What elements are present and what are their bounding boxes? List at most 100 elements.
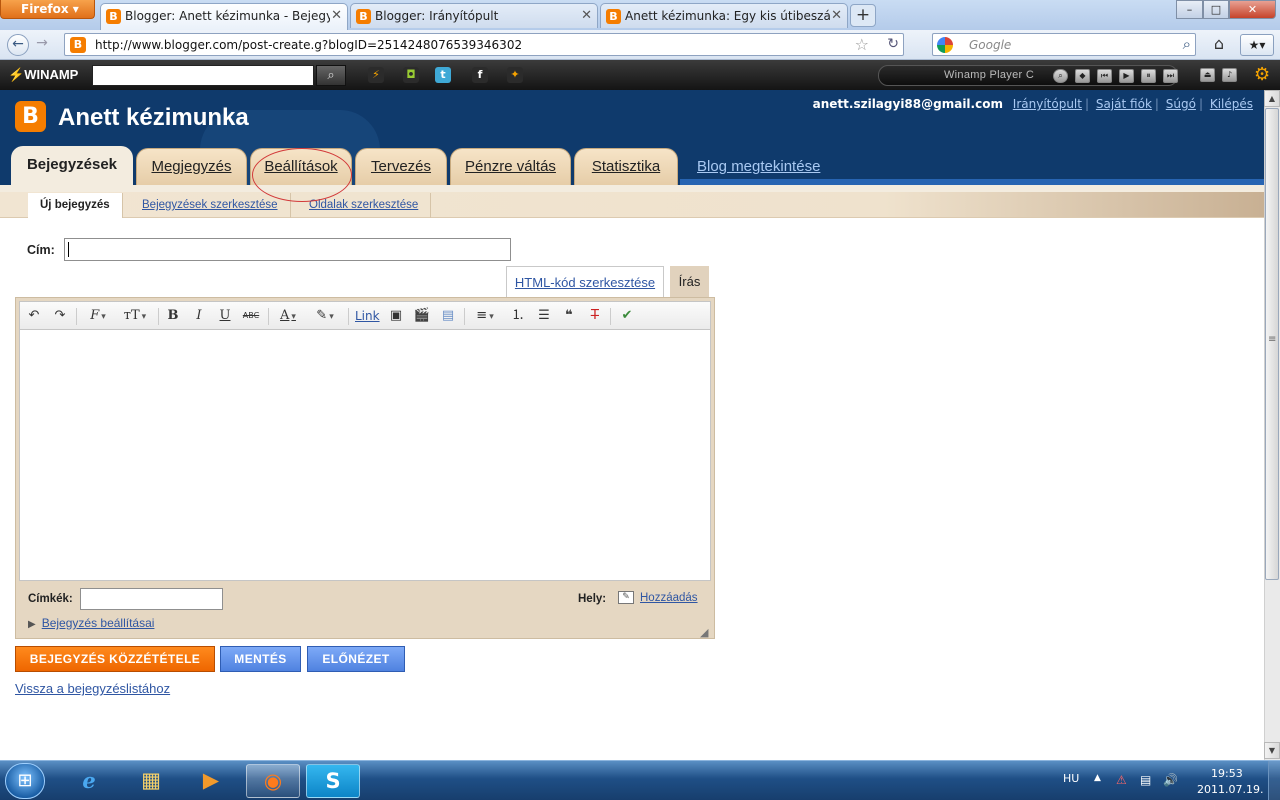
add-location-link[interactable]: Hozzáadás (640, 592, 698, 604)
italic-button[interactable]: I (191, 307, 207, 325)
search-bar[interactable]: Google ⌕ (932, 33, 1196, 56)
tab-blog-post[interactable]: B Anett kézimunka: Egy kis útibeszámol..… (600, 3, 848, 28)
skype-icon[interactable]: S (306, 764, 360, 798)
minimize-button[interactable]: – (1176, 0, 1203, 19)
security-alert-icon[interactable]: ⚠ (1116, 773, 1127, 787)
winamp-logo[interactable]: ⚡WINAMP (8, 67, 78, 83)
scroll-up-icon[interactable]: ▲ (1264, 90, 1280, 107)
clock-date[interactable]: 2011.07.19. (1197, 783, 1263, 796)
blockquote-icon[interactable]: ❝ (560, 307, 578, 325)
close-icon[interactable]: ✕ (581, 8, 592, 23)
file-explorer-icon[interactable]: ▦ (124, 764, 178, 798)
view-blog-link[interactable]: Blog megtekintése (697, 158, 820, 175)
font-family-icon[interactable]: F (84, 307, 112, 325)
volume-icon[interactable]: ♪ (1222, 68, 1237, 82)
language-indicator[interactable]: HU (1063, 772, 1079, 785)
labels-input[interactable] (80, 588, 223, 610)
firefox-menu-button[interactable]: Firefox ▾ (0, 0, 95, 19)
home-button[interactable]: ⌂ (1206, 34, 1232, 56)
close-icon[interactable]: ✕ (831, 8, 842, 23)
post-title-input[interactable] (64, 238, 511, 261)
bookmark-star-icon[interactable]: ☆ (855, 35, 869, 54)
shuffle-icon[interactable]: ◆ (1075, 69, 1090, 83)
tray-expand-icon[interactable]: ▲ (1094, 773, 1101, 783)
firefox-icon[interactable]: ◉ (246, 764, 300, 798)
search-icon[interactable]: ⌕ (1053, 69, 1068, 83)
text-color-icon[interactable]: A (274, 307, 302, 325)
underline-button[interactable]: U (217, 307, 233, 325)
show-desktop-button[interactable] (1268, 761, 1280, 800)
next-icon[interactable]: ⏭ (1163, 69, 1178, 83)
edit-html-tab[interactable]: HTML-kód szerkesztése (506, 266, 664, 297)
spellcheck-icon[interactable]: ✔ (618, 307, 636, 325)
link-button[interactable]: Link (355, 307, 380, 325)
tab-stats[interactable]: Statisztika (574, 148, 678, 185)
tab-blogger-new-post[interactable]: B Blogger: Anett kézimunka - Bejegyzés..… (100, 3, 348, 30)
link-dashboard[interactable]: Irányítópult (1013, 97, 1082, 111)
bulleted-list-icon[interactable]: ☰ (535, 307, 553, 325)
runner-icon[interactable]: ✦ (507, 67, 523, 83)
publish-post-button[interactable]: BEJEGYZÉS KÖZZÉTÉTELE (15, 646, 215, 672)
compose-tab[interactable]: Írás (670, 266, 709, 297)
maximize-button[interactable]: □ (1203, 0, 1229, 19)
align-icon[interactable]: ≡ (470, 307, 500, 325)
subtab-edit-posts[interactable]: Bejegyzések szerkesztése (130, 193, 291, 218)
highlight-color-icon[interactable]: ✎ (310, 307, 340, 325)
forward-button[interactable]: → (33, 34, 51, 56)
network-icon[interactable]: ▤ (1140, 773, 1151, 787)
volume-icon[interactable]: 🔊 (1163, 773, 1178, 787)
bookmarks-button[interactable]: ★▾ (1240, 34, 1274, 56)
url-text[interactable]: http://www.blogger.com/post-create.g?blo… (95, 38, 522, 52)
twitter-icon[interactable]: t (435, 67, 451, 83)
close-window-button[interactable]: ✕ (1229, 0, 1276, 19)
winamp-search-button[interactable]: ⌕ (316, 65, 346, 86)
start-button[interactable]: ⊞ (5, 763, 45, 799)
jump-break-icon[interactable]: ▤ (439, 307, 457, 325)
strikethrough-button[interactable]: ABC (241, 307, 261, 325)
tab-posts[interactable]: Bejegyzések (11, 146, 133, 185)
google-icon[interactable] (937, 37, 953, 53)
previous-icon[interactable]: ⏮ (1097, 69, 1112, 83)
play-icon[interactable]: ▶ (1119, 69, 1134, 83)
internet-explorer-icon[interactable]: e (62, 764, 116, 798)
undo-icon[interactable]: ↶ (26, 307, 42, 325)
back-to-posts-link[interactable]: Vissza a bejegyzéslistához (15, 681, 170, 696)
subtab-new-post[interactable]: Új bejegyzés (28, 193, 123, 218)
link-help[interactable]: Súgó (1166, 97, 1196, 111)
font-size-icon[interactable]: тT (120, 307, 150, 325)
new-tab-button[interactable]: + (850, 4, 876, 27)
tab-comments[interactable]: Megjegyzés (136, 148, 247, 185)
insert-video-icon[interactable]: 🎬 (413, 307, 431, 325)
media-player-icon[interactable]: ▶ (184, 764, 238, 798)
insert-image-icon[interactable]: ▣ (387, 307, 405, 325)
gear-icon[interactable]: ⚙ (1254, 64, 1270, 85)
back-button[interactable]: ← (7, 34, 29, 56)
facebook-icon[interactable]: f (472, 67, 488, 83)
preview-button[interactable]: ELŐNÉZET (307, 646, 405, 672)
close-icon[interactable]: ✕ (331, 8, 342, 23)
tab-design[interactable]: Tervezés (355, 148, 447, 185)
tab-monetize[interactable]: Pénzre váltás (450, 148, 571, 185)
resize-grip-icon[interactable]: ◢ (700, 626, 708, 639)
bold-button[interactable]: B (165, 307, 181, 325)
remove-formatting-icon[interactable]: T̶ (586, 307, 604, 325)
clock-time[interactable]: 19:53 (1211, 767, 1243, 780)
pause-icon[interactable]: ⏸ (1141, 69, 1156, 83)
winamp-icon[interactable]: ⚡ (368, 67, 384, 83)
search-input[interactable]: Google (969, 38, 1011, 52)
eject-icon[interactable]: ⏏ (1200, 68, 1215, 82)
blogger-logo-icon[interactable]: B (15, 101, 46, 132)
address-bar[interactable]: B http://www.blogger.com/post-create.g?b… (64, 33, 904, 56)
link-logout[interactable]: Kilépés (1210, 97, 1253, 111)
search-icon[interactable]: ⌕ (1183, 35, 1191, 53)
location-icon[interactable]: ✎ (618, 591, 634, 604)
reload-icon[interactable]: ↻ (887, 36, 899, 52)
tab-blogger-dashboard[interactable]: B Blogger: Irányítópult ✕ (350, 3, 598, 28)
winamp-search-input[interactable] (92, 65, 314, 86)
post-settings-toggle[interactable]: ▶ Bejegyzés beállításai (28, 616, 154, 630)
android-icon[interactable]: ◘ (403, 67, 419, 83)
redo-icon[interactable]: ↷ (52, 307, 68, 325)
numbered-list-icon[interactable]: ⒈ (509, 307, 527, 325)
save-button[interactable]: MENTÉS (220, 646, 301, 672)
link-account[interactable]: Saját fiók (1096, 97, 1152, 111)
